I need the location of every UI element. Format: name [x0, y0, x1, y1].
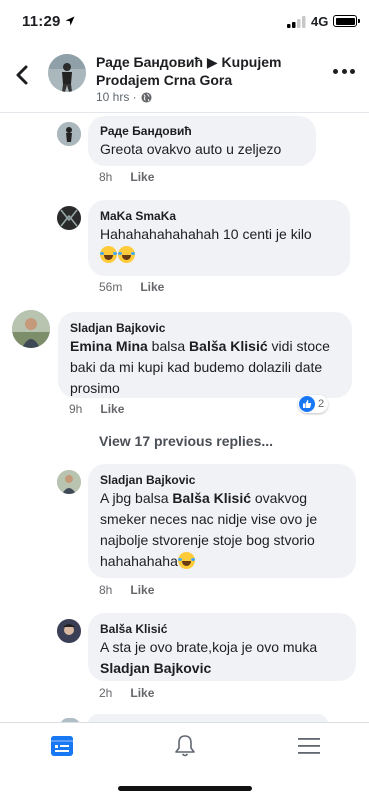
dot	[350, 68, 355, 74]
comment-actions: 8h Like	[99, 170, 154, 184]
like-button[interactable]: Like	[140, 280, 164, 294]
comment-actions: 56m Like	[99, 280, 164, 294]
reaction-badge[interactable]: 2	[298, 395, 329, 413]
view-previous-replies[interactable]: View 17 previous replies...	[99, 433, 273, 449]
comment-bubble[interactable]: Balša Klisić A sta je ovo brate,koja je …	[88, 613, 356, 681]
comment-author[interactable]: Sladjan Bajkovic	[70, 320, 340, 336]
more-options-button[interactable]	[333, 66, 355, 76]
post-title[interactable]: Раде Бандовић ▶ Kupujem Prodajem Crna Go…	[96, 53, 306, 89]
person-photo-icon	[57, 470, 81, 494]
dot	[333, 68, 338, 74]
signal-icon	[287, 16, 306, 28]
location-arrow-icon	[65, 16, 75, 26]
comment-author[interactable]: Раде Бандовић	[100, 123, 304, 139]
person-photo-icon	[57, 619, 81, 643]
tears-of-joy-emoji-icon	[118, 246, 135, 263]
comment-bubble[interactable]: Sladjan Bajkovic Emina Mina balsa Balša …	[58, 312, 352, 398]
tears-of-joy-emoji-icon	[100, 246, 117, 263]
comment-text: A sta je ovo brate,koja je ovo muka Slad…	[100, 637, 344, 679]
comment-author[interactable]: Balša Klisić	[100, 621, 344, 637]
comment-text: A jbg balsa Balša Klisić ovakvog smeker …	[100, 488, 344, 572]
mention-link[interactable]: Balša Klisić	[172, 490, 251, 506]
battery-icon	[333, 15, 357, 27]
globe-icon	[141, 91, 152, 103]
bell-icon[interactable]	[172, 733, 198, 759]
status-bar: 11:29 4G	[0, 0, 369, 44]
network-type: 4G	[311, 14, 329, 29]
comment-avatar[interactable]	[57, 122, 81, 146]
header-divider	[0, 112, 369, 113]
person-photo-icon	[12, 310, 50, 348]
menu-icon[interactable]	[296, 733, 322, 759]
like-button[interactable]: Like	[100, 402, 124, 416]
tears-of-joy-emoji-icon	[177, 552, 195, 569]
comment-text: Hahahahahahahah 10 centi je kilo	[100, 226, 312, 242]
comment-actions: 9h Like	[69, 402, 124, 416]
mention-link[interactable]: Sladjan Bajkovic	[100, 660, 211, 676]
comment-text: Greota ovakvo auto u zeljezo	[100, 141, 282, 157]
dot	[341, 68, 347, 74]
comment-text-part: balsa	[147, 338, 190, 354]
comment-text-part: A jbg balsa	[100, 490, 173, 506]
comment-bubble[interactable]: Раде Бандовић Greota ovakvo auto u zelje…	[88, 116, 316, 166]
comment-text-part: A sta je ovo brate,koja je ovo muka	[100, 639, 318, 655]
back-arrow-icon[interactable]	[10, 62, 36, 88]
comment-author[interactable]: Sladjan Bajkovic	[100, 472, 344, 488]
home-indicator[interactable]	[118, 786, 252, 791]
comment-author[interactable]: MaKa SmaKa	[100, 208, 338, 224]
comment-bubble[interactable]: Sladjan Bajkovic A jbg balsa Balša Klisi…	[88, 464, 356, 578]
emoji-row	[100, 245, 338, 266]
like-reaction-icon	[299, 396, 315, 412]
status-time: 11:29	[22, 13, 61, 30]
person-photo-icon	[48, 54, 86, 92]
battery-nub	[358, 19, 360, 23]
comment-avatar[interactable]	[57, 470, 81, 494]
post-meta: 10 hrs ·	[96, 90, 152, 104]
comment-time: 56m	[99, 280, 123, 294]
comment-time: 8h	[99, 583, 113, 597]
like-button[interactable]: Like	[130, 583, 154, 597]
person-photo-icon	[57, 206, 81, 230]
news-feed-icon[interactable]	[49, 733, 75, 759]
mention-link[interactable]: Balša Klisić	[189, 338, 268, 354]
comment-time: 9h	[69, 402, 83, 416]
post-time: 10 hrs ·	[96, 90, 137, 104]
header-avatar[interactable]	[48, 54, 86, 92]
reaction-count: 2	[318, 398, 325, 410]
like-button[interactable]: Like	[130, 170, 154, 184]
like-button[interactable]: Like	[130, 686, 154, 700]
mention-link[interactable]: Emina Mina	[70, 338, 148, 354]
comment-text: Emina Mina balsa Balša Klisić vidi stoce…	[70, 336, 340, 399]
comment-actions: 2h Like	[99, 686, 154, 700]
comment-avatar[interactable]	[57, 619, 81, 643]
comment-bubble[interactable]: MaKa SmaKa Hahahahahahahah 10 centi je k…	[88, 200, 350, 276]
comment-actions: 8h Like	[99, 583, 154, 597]
comment-time: 8h	[99, 170, 113, 184]
comment-avatar[interactable]	[57, 206, 81, 230]
person-photo-icon	[57, 122, 81, 146]
post-header: Раде Бандовић ▶ Kupujem Prodajem Crna Go…	[0, 44, 369, 110]
comment-time: 2h	[99, 686, 113, 700]
comment-avatar[interactable]	[12, 310, 50, 348]
